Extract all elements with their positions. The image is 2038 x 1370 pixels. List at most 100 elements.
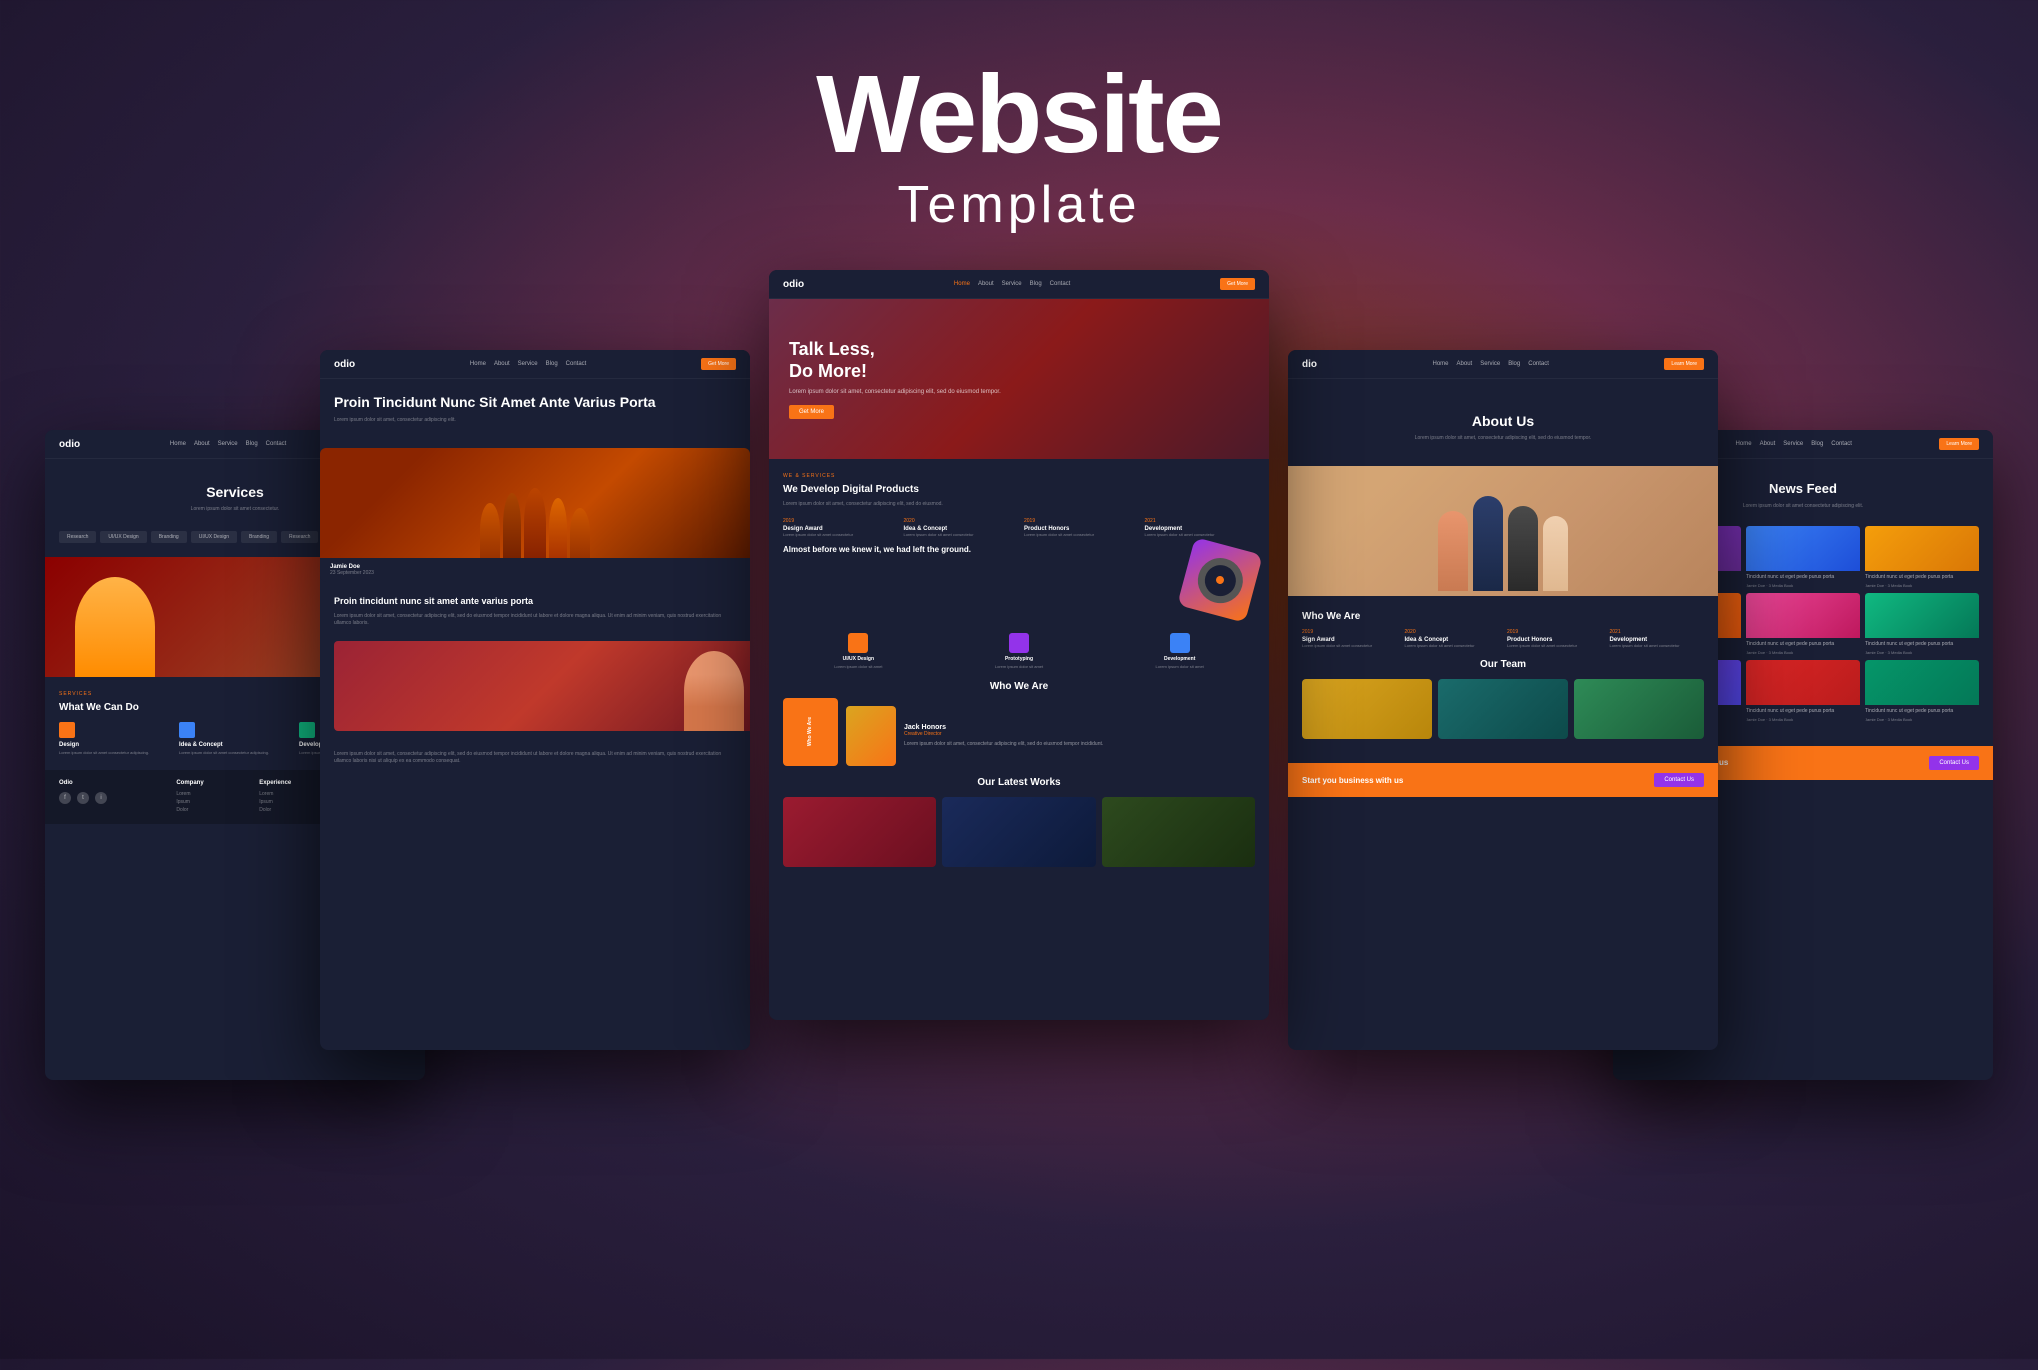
works-row (783, 797, 1255, 867)
party-photo-caption: Jamie Doe 23 September 2023 (320, 558, 750, 582)
person-role: Creative Director (904, 731, 1103, 737)
news-img-2 (1746, 526, 1860, 571)
footer-col-heading: Company (176, 780, 245, 786)
left-center-logo: odio (334, 359, 355, 370)
stat-idea: 2020 Idea & Concept Lorem ipsum dolor si… (904, 518, 1015, 537)
tag-item: Research (281, 531, 318, 543)
who-item-year: 2021 (1610, 629, 1705, 635)
dj-center-dot (1215, 575, 1225, 585)
figure-4 (1543, 516, 1568, 591)
section1-label: We & Services (783, 473, 1255, 479)
person-name: Jack Honors (904, 724, 1103, 731)
nav-link: Contact (266, 441, 287, 447)
who-heading: Who We Are (783, 680, 1255, 693)
news-item-8: Tincidunt nunc ut eget pede purus porta … (1746, 660, 1860, 722)
left-center-extra-content: Lorem ipsum dolor sit amet, consectetur … (320, 731, 750, 779)
center-nav-btn[interactable]: Get More (1220, 278, 1255, 290)
who-left-box: Who We Are Jack Honors Creative Director… (783, 698, 1255, 766)
about-us-desc: Lorem ipsum dolor sit amet, consectetur … (1302, 435, 1704, 442)
our-team-section: Our Team (1302, 658, 1704, 739)
news-item-text: Tincidunt nunc ut eget pede purus porta (1746, 708, 1860, 715)
right-cta-bar: Start you business with us Contact Us (1288, 763, 1718, 797)
center-nav: odio Home About Service Blog Contact Get… (769, 270, 1269, 299)
news-author: Jamie Doe · 3 Media Book (1746, 583, 1860, 588)
feature-dev: Development Lorem ipsum dolor sit amet (1104, 633, 1255, 670)
far-right-nav-btn[interactable]: Learn More (1939, 438, 1979, 450)
tag-item: Branding (151, 531, 187, 543)
nav-link: Contact (1528, 361, 1549, 367)
footer-col-item: Lorem (259, 790, 328, 798)
stat-dev: 2021 Development Lorem ipsum dolor sit a… (1145, 518, 1256, 537)
feature-title: Development (1104, 656, 1255, 662)
news-author: Jamie Doe · 3 Media Book (1746, 717, 1860, 722)
center-nav-links: Home About Service Blog Contact (954, 281, 1070, 287)
team-photo-1 (1302, 679, 1432, 739)
social-fb[interactable]: f (59, 792, 71, 804)
group-photo (1288, 466, 1718, 596)
party-person-2 (503, 493, 521, 558)
party-person-5 (570, 508, 590, 558)
section2-text: Almost before we knew it, we had left th… (783, 545, 1255, 555)
social-tw[interactable]: t (77, 792, 89, 804)
cta-button[interactable]: Contact Us (1654, 773, 1704, 787)
news-author: Jamie Doe · 3 Media Book (1865, 717, 1979, 722)
nav-link: Home (1433, 361, 1449, 367)
dj-graphic-area: Almost before we knew it, we had left th… (783, 545, 1255, 625)
who-orange-box: Who We Are (783, 698, 838, 766)
who-item-year: 2019 (1302, 629, 1397, 635)
news-item-5: Tincidunt nunc ut eget pede purus porta … (1746, 593, 1860, 655)
who-we-are-label: Who We Are (783, 680, 1255, 693)
nav-link: About (494, 361, 510, 367)
what-item-desc: Lorem ipsum dolor sit amet consectetur a… (59, 750, 171, 756)
news-author: Jamie Doe · 3 Media Book (1746, 650, 1860, 655)
design-icon (59, 722, 75, 738)
blog-image (334, 641, 750, 731)
hero-button[interactable]: Get More (789, 405, 834, 419)
party-person-4 (549, 498, 567, 558)
what-item-design: Design Lorem ipsum dolor sit amet consec… (59, 722, 171, 756)
nav-link: About (978, 281, 994, 287)
what-item-title: Idea & Concept (179, 742, 291, 748)
section1-heading: We Develop Digital Products (783, 483, 1255, 496)
footer-col-item: Ipsum (259, 798, 328, 806)
stat-desc: Lorem ipsum dolor sit amet consectetur (783, 532, 894, 537)
footer-social: f t i (59, 792, 162, 804)
stat-year: 2019 (1024, 518, 1135, 524)
team-photo-3 (1574, 679, 1704, 739)
right-who-heading: Who We Are (1302, 610, 1704, 623)
center-hero: Talk Less, Do More! Lorem ipsum dolor si… (769, 299, 1269, 459)
who-col-2: 2020 Idea & Concept Lorem ipsum dolor si… (1405, 629, 1500, 648)
latest-works-heading-area: Our Latest Works (783, 776, 1255, 789)
nav-link: Home (470, 361, 486, 367)
left-center-mockup: odio Home About Service Blog Contact Get… (320, 350, 750, 1050)
nav-link: Service (1002, 281, 1022, 287)
left-center-nav-btn[interactable]: Get More (701, 358, 736, 370)
about-us-heading: About Us (1302, 413, 1704, 429)
tag-item: UI/UX Design (100, 531, 146, 543)
feature-desc: Lorem ipsum dolor sit amet (783, 664, 934, 670)
news-author: Jamie Doe · 3 Media Book (1865, 583, 1979, 588)
center-logo: odio (783, 279, 804, 290)
about-us-content: About Us Lorem ipsum dolor sit amet, con… (1288, 379, 1718, 466)
far-right-cta-button[interactable]: Contact Us (1929, 756, 1979, 770)
news-item-6: Tincidunt nunc ut eget pede purus porta … (1865, 593, 1979, 655)
nav-link: Service (1480, 361, 1500, 367)
right-center-nav-btn[interactable]: Learn More (1664, 358, 1704, 370)
news-item-2: Tincidunt nunc ut eget pede purus porta … (1746, 526, 1860, 588)
who-item-desc: Lorem ipsum dolor sit amet consectetur (1302, 643, 1397, 648)
news-item-9: Tincidunt nunc ut eget pede purus porta … (1865, 660, 1979, 722)
dj-disc (1192, 553, 1247, 608)
work-1 (783, 797, 936, 867)
team-row (1302, 679, 1704, 739)
tag-item: Research (59, 531, 96, 543)
social-ig[interactable]: i (95, 792, 107, 804)
who-col-1: 2019 Sign Award Lorem ipsum dolor sit am… (1302, 629, 1397, 648)
stat-desc: Lorem ipsum dolor sit amet consectetur (904, 532, 1015, 537)
feature-ux: UI/UX Design Lorem ipsum dolor sit amet (783, 633, 934, 670)
footer-col-item: Dolor (176, 806, 245, 814)
nav-link: Service (518, 361, 538, 367)
hero-description: Lorem ipsum dolor sit amet, consectetur … (789, 388, 1249, 396)
news-item-text: Tincidunt nunc ut eget pede purus porta (1865, 708, 1979, 715)
work-2 (942, 797, 1095, 867)
cta-text: Start you business with us (1302, 776, 1403, 785)
